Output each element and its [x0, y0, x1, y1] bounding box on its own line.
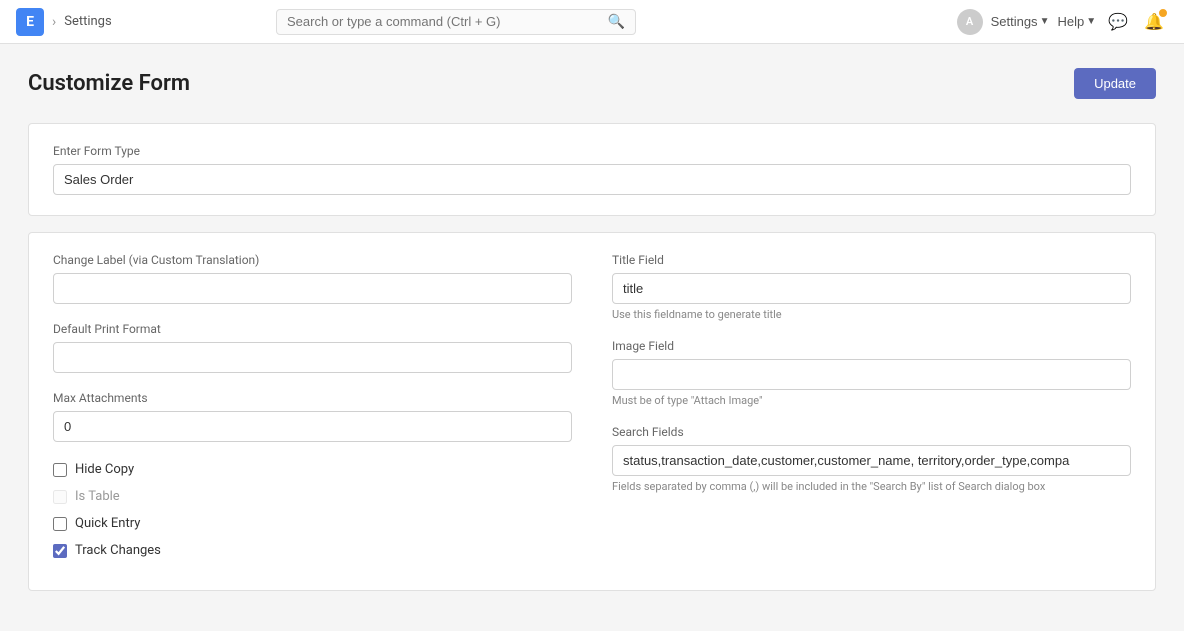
- track-changes-row: Track Changes: [53, 543, 572, 558]
- max-attachments-label: Max Attachments: [53, 391, 572, 405]
- image-field-group: Image Field Must be of type "Attach Imag…: [612, 339, 1131, 407]
- is-table-row: Is Table: [53, 489, 572, 504]
- breadcrumb-settings[interactable]: Settings: [64, 14, 111, 29]
- track-changes-checkbox[interactable]: [53, 544, 67, 558]
- chat-icon-button[interactable]: 💬: [1104, 8, 1132, 36]
- avatar: A: [957, 9, 983, 35]
- notification-bell-button[interactable]: 🔔: [1140, 8, 1168, 36]
- search-fields-label: Search Fields: [612, 425, 1131, 439]
- help-nav-button[interactable]: Help ▼: [1057, 14, 1096, 29]
- left-column: Change Label (via Custom Translation) De…: [53, 253, 572, 570]
- update-button[interactable]: Update: [1074, 68, 1156, 99]
- search-icon: 🔍: [608, 14, 625, 30]
- max-attachments-input[interactable]: [53, 411, 572, 442]
- hide-copy-label: Hide Copy: [75, 462, 134, 477]
- title-field-hint: Use this fieldname to generate title: [612, 308, 1131, 321]
- title-field-input[interactable]: [612, 273, 1131, 304]
- page-container: Customize Form Update Enter Form Type Ch…: [0, 44, 1184, 631]
- search-fields-group: Search Fields Fields separated by comma …: [612, 425, 1131, 493]
- settings-caret-icon: ▼: [1040, 16, 1050, 27]
- title-field-label: Title Field: [612, 253, 1131, 267]
- image-field-hint: Must be of type "Attach Image": [612, 394, 1131, 407]
- quick-entry-row: Quick Entry: [53, 516, 572, 531]
- nav-right: A Settings ▼ Help ▼ 💬 🔔: [957, 8, 1168, 36]
- app-icon: E: [16, 8, 44, 36]
- hide-copy-row: Hide Copy: [53, 462, 572, 477]
- default-print-label: Default Print Format: [53, 322, 572, 336]
- search-input[interactable]: [287, 14, 602, 29]
- image-field-input[interactable]: [612, 359, 1131, 390]
- image-field-label: Image Field: [612, 339, 1131, 353]
- change-label-label: Change Label (via Custom Translation): [53, 253, 572, 267]
- right-column: Title Field Use this fieldname to genera…: [612, 253, 1131, 570]
- default-print-input[interactable]: [53, 342, 572, 373]
- form-type-input[interactable]: [53, 164, 1131, 195]
- search-bar[interactable]: 🔍: [276, 9, 636, 35]
- form-config-grid: Change Label (via Custom Translation) De…: [53, 253, 1131, 570]
- help-caret-icon: ▼: [1086, 16, 1096, 27]
- search-fields-input[interactable]: [612, 445, 1131, 476]
- form-type-label: Enter Form Type: [53, 144, 1131, 158]
- page-header: Customize Form Update: [28, 68, 1156, 99]
- hide-copy-checkbox[interactable]: [53, 463, 67, 477]
- search-fields-hint: Fields separated by comma (,) will be in…: [612, 480, 1131, 493]
- is-table-label: Is Table: [75, 489, 120, 504]
- settings-nav-button[interactable]: Settings ▼: [991, 14, 1050, 29]
- default-print-group: Default Print Format: [53, 322, 572, 373]
- quick-entry-checkbox[interactable]: [53, 517, 67, 531]
- title-field-group: Title Field Use this fieldname to genera…: [612, 253, 1131, 321]
- change-label-group: Change Label (via Custom Translation): [53, 253, 572, 304]
- max-attachments-group: Max Attachments: [53, 391, 572, 442]
- topnav: E › Settings 🔍 A Settings ▼ Help ▼ 💬 🔔: [0, 0, 1184, 44]
- breadcrumb-chevron: ›: [52, 14, 56, 30]
- change-label-input[interactable]: [53, 273, 572, 304]
- form-type-section: Enter Form Type: [28, 123, 1156, 216]
- track-changes-label: Track Changes: [75, 543, 161, 558]
- is-table-checkbox[interactable]: [53, 490, 67, 504]
- form-type-group: Enter Form Type: [53, 144, 1131, 195]
- quick-entry-label: Quick Entry: [75, 516, 140, 531]
- page-title: Customize Form: [28, 71, 190, 96]
- form-config-section: Change Label (via Custom Translation) De…: [28, 232, 1156, 591]
